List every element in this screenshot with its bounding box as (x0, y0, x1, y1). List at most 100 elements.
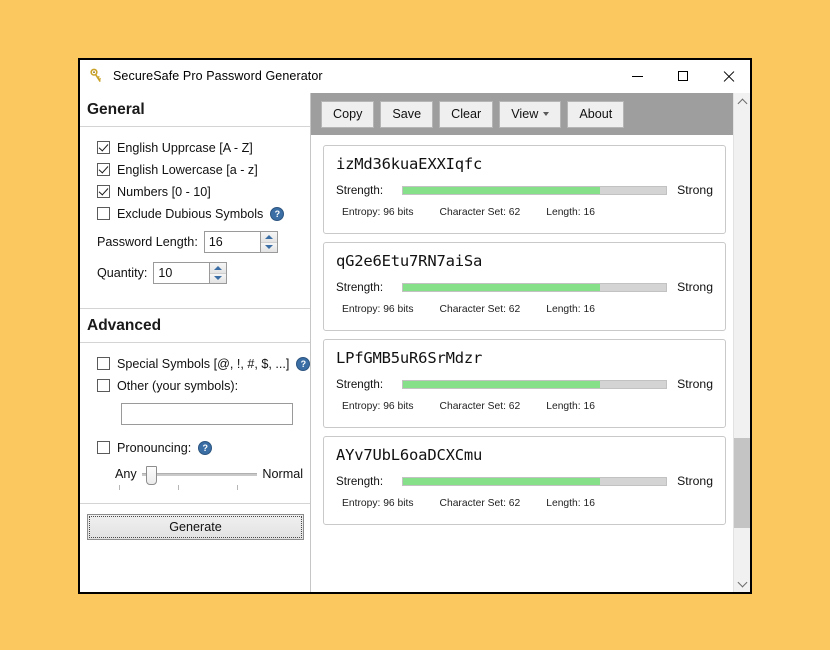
clear-button-label: Clear (451, 107, 482, 121)
checkbox-english-lowercase[interactable]: English Lowercase [a - z] (97, 159, 310, 180)
checkbox-box[interactable] (97, 207, 110, 220)
scroll-up-button[interactable] (734, 93, 750, 110)
checkbox-english-uppercase[interactable]: English Upprcase [A - Z] (97, 137, 310, 158)
vertical-scrollbar[interactable] (733, 93, 750, 592)
checkbox-box[interactable] (97, 441, 110, 454)
strength-value: Strong (677, 183, 713, 197)
checkbox-label: Special Symbols [@, !, #, $, ...] (117, 356, 290, 371)
title-bar: SecureSafe Pro Password Generator (80, 60, 750, 92)
charset-value: Character Set: 62 (439, 207, 521, 218)
stepper-increment-button[interactable] (210, 263, 227, 273)
quantity-input[interactable] (154, 263, 210, 283)
checkbox-box[interactable] (97, 185, 110, 198)
scrollbar-track[interactable] (734, 110, 750, 575)
password-value: AYv7UbL6oaDCXCmu (336, 446, 483, 464)
password-value: qG2e6Etu7RN7aiSa (336, 252, 483, 270)
password-metadata: Entropy: 96 bits Character Set: 62 Lengt… (336, 498, 713, 509)
slider-track (141, 473, 258, 476)
entropy-value: Entropy: 96 bits (342, 498, 414, 509)
pronouncing-slider[interactable] (141, 465, 258, 485)
about-button[interactable]: About (567, 100, 625, 128)
strength-row: Strength: Strong (336, 377, 713, 391)
scroll-down-button[interactable] (734, 575, 750, 592)
checkbox-label: Pronouncing: (117, 440, 192, 455)
strength-row: Strength: Strong (336, 183, 713, 197)
entropy-value: Entropy: 96 bits (342, 207, 414, 218)
generate-button[interactable]: Generate (87, 514, 304, 540)
checkbox-label: Exclude Dubious Symbols (117, 206, 264, 221)
checkbox-label: Other (your symbols): (117, 378, 239, 393)
custom-symbols-input[interactable] (121, 403, 293, 425)
password-value: LPfGMB5uR6SrMdzr (336, 349, 483, 367)
password-card[interactable]: qG2e6Etu7RN7aiSa Strength: Strong Entrop… (323, 242, 726, 331)
strength-bar (402, 379, 668, 389)
slider-thumb[interactable] (146, 466, 158, 485)
advanced-section-body: Special Symbols [@, !, #, $, ...] ? Othe… (80, 343, 311, 491)
checkbox-other-symbols[interactable]: Other (your symbols): (97, 375, 310, 396)
strength-label: Strength: (336, 377, 384, 391)
triangle-up-icon (264, 234, 273, 239)
password-card[interactable]: izMd36kuaEXXIqfc Strength: Strong Entrop… (323, 145, 726, 234)
slider-max-label: Normal (262, 467, 303, 481)
scrollbar-thumb[interactable] (734, 438, 750, 528)
strength-bar-fill (403, 477, 601, 485)
copy-button-label: Copy (333, 107, 363, 121)
view-button-label: View (511, 107, 539, 121)
strength-bar-fill (403, 186, 601, 194)
strength-row: Strength: Strong (336, 280, 713, 294)
strength-value: Strong (677, 377, 713, 391)
view-menu-button[interactable]: View (499, 100, 562, 128)
checkbox-box[interactable] (97, 141, 110, 154)
maximize-button[interactable] (660, 60, 705, 92)
clear-button[interactable]: Clear (439, 100, 494, 128)
password-value: izMd36kuaEXXIqfc (336, 155, 483, 173)
about-button-label: About (579, 107, 613, 121)
length-value: Length: 16 (546, 401, 595, 412)
password-length-input[interactable] (204, 232, 260, 252)
general-section-body: English Upprcase [A - Z] English Lowerca… (80, 127, 310, 286)
stepper-buttons (259, 232, 277, 252)
password-length-stepper[interactable] (203, 231, 278, 253)
password-card[interactable]: LPfGMB5uR6SrMdzr Strength: Strong Entrop… (323, 339, 726, 428)
stepper-decrement-button[interactable] (210, 272, 227, 283)
quantity-stepper[interactable] (153, 262, 228, 284)
stepper-increment-button[interactable] (260, 232, 277, 242)
strength-bar (402, 282, 668, 292)
stepper-buttons (209, 263, 227, 283)
help-icon[interactable]: ? (270, 206, 285, 221)
checkbox-pronouncing[interactable]: Pronouncing: ? (97, 437, 310, 458)
strength-label: Strength: (336, 474, 384, 488)
strength-bar-fill (403, 283, 601, 291)
triangle-down-icon (264, 245, 273, 250)
chevron-down-icon (737, 577, 747, 587)
stepper-decrement-button[interactable] (260, 241, 277, 252)
maximize-icon (677, 71, 688, 81)
close-icon (722, 70, 734, 82)
password-length-field: Password Length: (97, 229, 310, 255)
strength-bar-fill (403, 380, 601, 388)
checkbox-box[interactable] (97, 357, 110, 370)
quantity-label: Quantity: (97, 266, 148, 280)
close-button[interactable] (705, 60, 750, 92)
help-icon[interactable]: ? (296, 356, 311, 371)
checkbox-label: English Upprcase [A - Z] (117, 140, 253, 155)
checkbox-special-symbols[interactable]: Special Symbols [@, !, #, $, ...] ? (97, 353, 311, 374)
checkbox-numbers[interactable]: Numbers [0 - 10] (97, 181, 310, 202)
help-icon[interactable]: ? (198, 440, 213, 455)
save-button-label: Save (392, 107, 422, 121)
password-card[interactable]: AYv7UbL6oaDCXCmu Strength: Strong Entrop… (323, 436, 726, 525)
password-metadata: Entropy: 96 bits Character Set: 62 Lengt… (336, 401, 713, 412)
checkbox-exclude-dubious-symbols[interactable]: Exclude Dubious Symbols ? (97, 203, 310, 224)
length-value: Length: 16 (546, 498, 595, 509)
strength-value: Strong (677, 474, 713, 488)
save-button[interactable]: Save (380, 100, 434, 128)
checkbox-box[interactable] (97, 163, 110, 176)
password-metadata: Entropy: 96 bits Character Set: 62 Lengt… (336, 207, 713, 218)
slider-tick-marks (119, 485, 274, 491)
chevron-up-icon (737, 98, 747, 108)
minimize-button[interactable] (615, 60, 660, 92)
slider-min-label: Any (115, 467, 137, 481)
length-value: Length: 16 (546, 207, 595, 218)
checkbox-box[interactable] (97, 379, 110, 392)
copy-button[interactable]: Copy (321, 100, 375, 128)
